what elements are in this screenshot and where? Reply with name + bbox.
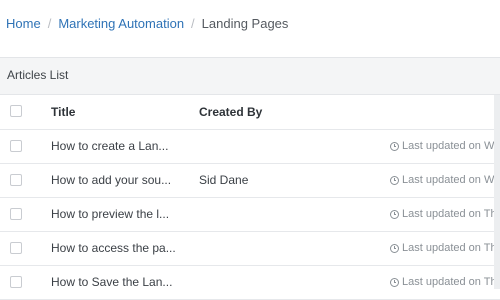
- breadcrumb: Home / Marketing Automation / Landing Pa…: [6, 14, 288, 32]
- articles-list-panel: Articles List Title Created By How to cr…: [0, 57, 500, 300]
- created-by-cell: Sid Dane: [199, 173, 249, 187]
- last-updated-cell: Last updated on We: [390, 130, 500, 163]
- last-updated-cell: Last updated on We: [390, 164, 500, 197]
- clock-icon: [390, 142, 399, 151]
- clock-icon: [390, 244, 399, 253]
- column-header-title[interactable]: Title: [51, 95, 75, 129]
- breadcrumb-separator: /: [191, 15, 195, 31]
- last-updated-cell: Last updated on Thu: [390, 232, 500, 265]
- row-checkbox[interactable]: [10, 242, 22, 254]
- article-title-link[interactable]: How to access the pa...: [51, 232, 176, 265]
- article-title-link[interactable]: How to add your sou...: [51, 164, 171, 197]
- clock-icon: [390, 176, 399, 185]
- article-title-link[interactable]: How to Save the Lan...: [51, 266, 172, 299]
- select-all-checkbox[interactable]: [10, 105, 22, 117]
- table-row[interactable]: How to access the pa... Last updated on …: [0, 232, 500, 266]
- last-updated-text: Last updated on We: [402, 174, 500, 186]
- row-checkbox[interactable]: [10, 208, 22, 220]
- last-updated-text: Last updated on Thu: [402, 276, 500, 288]
- last-updated-cell: Last updated on Thu: [390, 198, 500, 231]
- last-updated-cell: Last updated on Thu: [390, 266, 500, 299]
- breadcrumb-home-link[interactable]: Home: [6, 16, 41, 31]
- panel-title: Articles List: [7, 68, 69, 82]
- vertical-scrollbar[interactable]: [494, 95, 500, 289]
- table-row[interactable]: How to create a Lan... Last updated on W…: [0, 130, 500, 164]
- breadcrumb-separator: /: [47, 15, 52, 31]
- table-row[interactable]: How to Save the Lan... Last updated on T…: [0, 266, 500, 300]
- last-updated-text: Last updated on We: [402, 140, 500, 152]
- row-checkbox[interactable]: [10, 174, 22, 186]
- table-row[interactable]: How to preview the l... Last updated on …: [0, 198, 500, 232]
- table-row[interactable]: How to add your sou... Sid Dane Last upd…: [0, 164, 500, 198]
- breadcrumb-marketing-automation-link[interactable]: Marketing Automation: [58, 16, 184, 31]
- table-header-row: Title Created By: [0, 95, 500, 130]
- last-updated-text: Last updated on Thu: [402, 242, 500, 254]
- last-updated-text: Last updated on Thu: [402, 208, 500, 220]
- articles-table: Title Created By How to create a Lan... …: [0, 94, 500, 300]
- row-checkbox[interactable]: [10, 276, 22, 288]
- article-title-link[interactable]: How to create a Lan...: [51, 130, 168, 163]
- column-header-created-by[interactable]: Created By: [199, 95, 262, 129]
- article-title-link[interactable]: How to preview the l...: [51, 198, 169, 231]
- clock-icon: [390, 210, 399, 219]
- clock-icon: [390, 278, 399, 287]
- breadcrumb-current-page: Landing Pages: [201, 15, 289, 31]
- row-checkbox[interactable]: [10, 140, 22, 152]
